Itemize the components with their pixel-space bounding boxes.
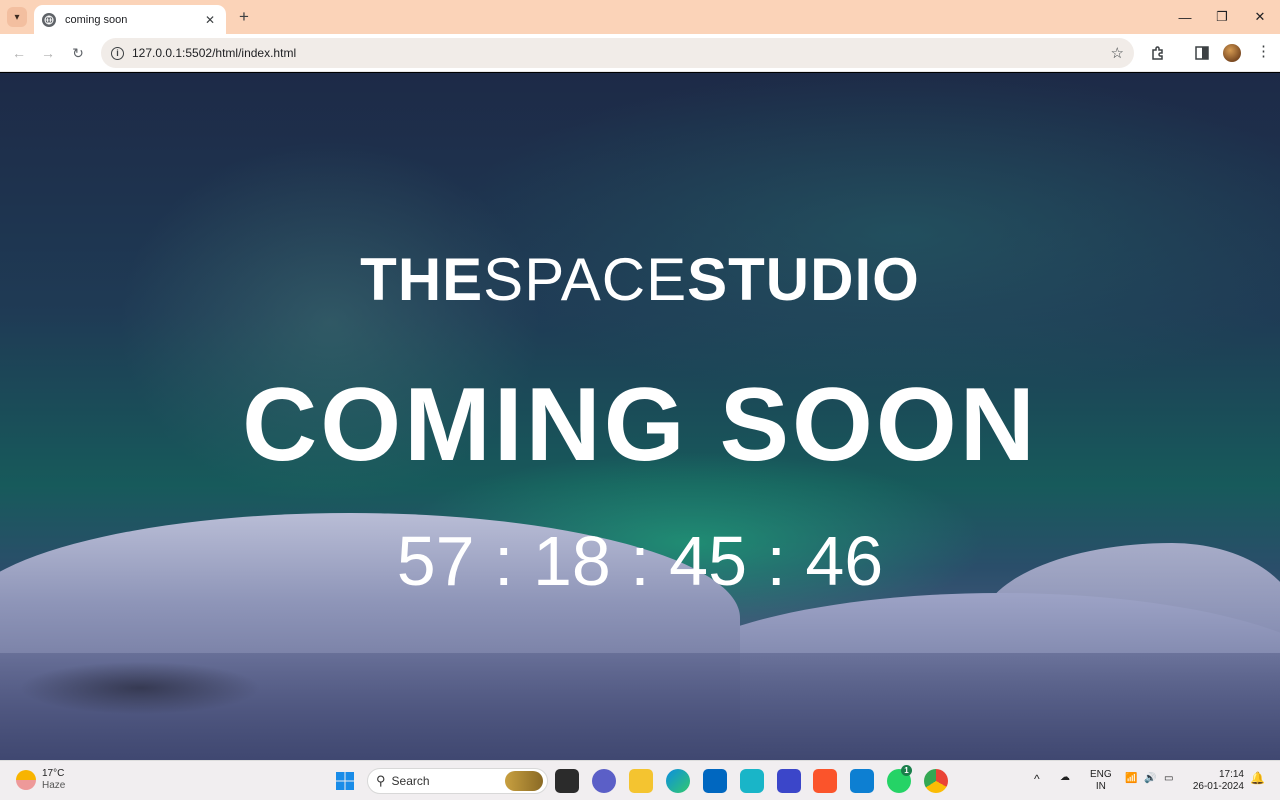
coming-soon-heading: COMING SOON bbox=[242, 367, 1038, 483]
browser-toolbar: ← → ↻ i 127.0.0.1:5502/html/index.html ☆… bbox=[0, 34, 1280, 72]
weather-condition: Haze bbox=[42, 780, 66, 791]
minimize-icon[interactable]: — bbox=[1166, 0, 1204, 34]
brand-space: SPACE bbox=[483, 246, 688, 313]
lang-bottom: IN bbox=[1095, 781, 1106, 792]
wifi-icon[interactable]: 📶 bbox=[1125, 773, 1137, 785]
microsoft-store-icon[interactable] bbox=[703, 769, 727, 793]
search-highlight-image bbox=[505, 771, 543, 791]
battery-icon[interactable]: ▭ bbox=[1164, 773, 1173, 785]
edge-browser-icon[interactable] bbox=[666, 769, 690, 793]
windows-taskbar: 17°C Haze ⚲ Search 1 ^ ☁ ENG IN 📶 🔊 ▭ 17… bbox=[0, 760, 1280, 800]
notification-bell-icon[interactable]: 🔔 bbox=[1250, 772, 1265, 784]
profile-avatar[interactable] bbox=[1223, 44, 1241, 62]
browser-tab[interactable]: coming soon ✕ bbox=[34, 5, 226, 34]
haze-sun-icon bbox=[16, 770, 36, 790]
chrome-icon[interactable] bbox=[924, 769, 948, 793]
brand-logo-text: THESPACESTUDIO bbox=[0, 245, 1280, 315]
menu-kebab-icon[interactable]: ⋮ bbox=[1256, 43, 1271, 61]
alexa-app-icon[interactable] bbox=[740, 769, 764, 793]
brand-studio: STUDIO bbox=[687, 246, 920, 313]
task-view-icon[interactable] bbox=[555, 769, 579, 793]
ai-app-icon[interactable] bbox=[777, 769, 801, 793]
tab-strip: ▾ coming soon ✕ + — ❐ ✕ bbox=[0, 0, 1280, 34]
show-hidden-icons-chevron-icon[interactable]: ^ bbox=[1034, 773, 1040, 785]
language-indicator[interactable]: ENG IN bbox=[1090, 769, 1112, 793]
globe-icon bbox=[42, 12, 56, 27]
tab-close-icon[interactable]: ✕ bbox=[202, 13, 218, 27]
clock[interactable]: 17:14 26-01-2024 bbox=[1190, 769, 1244, 793]
reload-icon[interactable]: ↻ bbox=[67, 42, 89, 64]
window-close-icon[interactable]: ✕ bbox=[1241, 0, 1279, 34]
whatsapp-badge: 1 bbox=[901, 765, 912, 776]
back-arrow-icon[interactable]: ← bbox=[8, 42, 30, 64]
bookmark-star-icon[interactable]: ☆ bbox=[1111, 44, 1124, 62]
clock-date: 26-01-2024 bbox=[1192, 781, 1244, 792]
brand-the: THE bbox=[360, 246, 484, 313]
tab-search-chevron-down-icon[interactable]: ▾ bbox=[7, 7, 27, 27]
tab-title: coming soon bbox=[65, 13, 128, 26]
side-panel-icon[interactable] bbox=[1192, 43, 1212, 63]
weather-temp: 17°C bbox=[42, 768, 65, 779]
search-icon: ⚲ bbox=[376, 773, 386, 788]
brave-browser-icon[interactable] bbox=[813, 769, 837, 793]
restore-icon[interactable]: ❐ bbox=[1203, 0, 1241, 34]
windows-start-icon[interactable] bbox=[333, 769, 357, 793]
onedrive-cloud-icon[interactable]: ☁ bbox=[1060, 772, 1070, 784]
volume-icon[interactable]: 🔊 bbox=[1144, 773, 1156, 785]
address-bar[interactable]: i 127.0.0.1:5502/html/index.html ☆ bbox=[101, 38, 1134, 68]
extensions-puzzle-icon[interactable] bbox=[1148, 43, 1168, 63]
whatsapp-icon[interactable]: 1 bbox=[887, 765, 912, 793]
coming-soon-page: THESPACESTUDIO COMING SOON 57 : 18 : 45 … bbox=[0, 73, 1280, 760]
new-tab-plus-icon[interactable]: + bbox=[235, 8, 253, 26]
taskbar-search[interactable]: ⚲ Search bbox=[367, 768, 548, 794]
rocks bbox=[0, 653, 320, 723]
forward-arrow-icon[interactable]: → bbox=[37, 42, 59, 64]
meet-chat-icon[interactable] bbox=[592, 769, 616, 793]
lang-top: ENG bbox=[1090, 769, 1112, 780]
countdown-timer: 57 : 18 : 45 : 46 bbox=[396, 522, 884, 600]
taskbar-search-label: Search bbox=[391, 774, 430, 788]
vscode-icon[interactable] bbox=[850, 769, 874, 793]
site-info-icon[interactable]: i bbox=[111, 46, 124, 60]
address-url[interactable]: 127.0.0.1:5502/html/index.html bbox=[132, 46, 296, 60]
weather-widget[interactable]: 17°C Haze bbox=[16, 768, 65, 792]
clock-time: 17:14 bbox=[1218, 769, 1244, 780]
file-explorer-icon[interactable] bbox=[629, 769, 653, 793]
